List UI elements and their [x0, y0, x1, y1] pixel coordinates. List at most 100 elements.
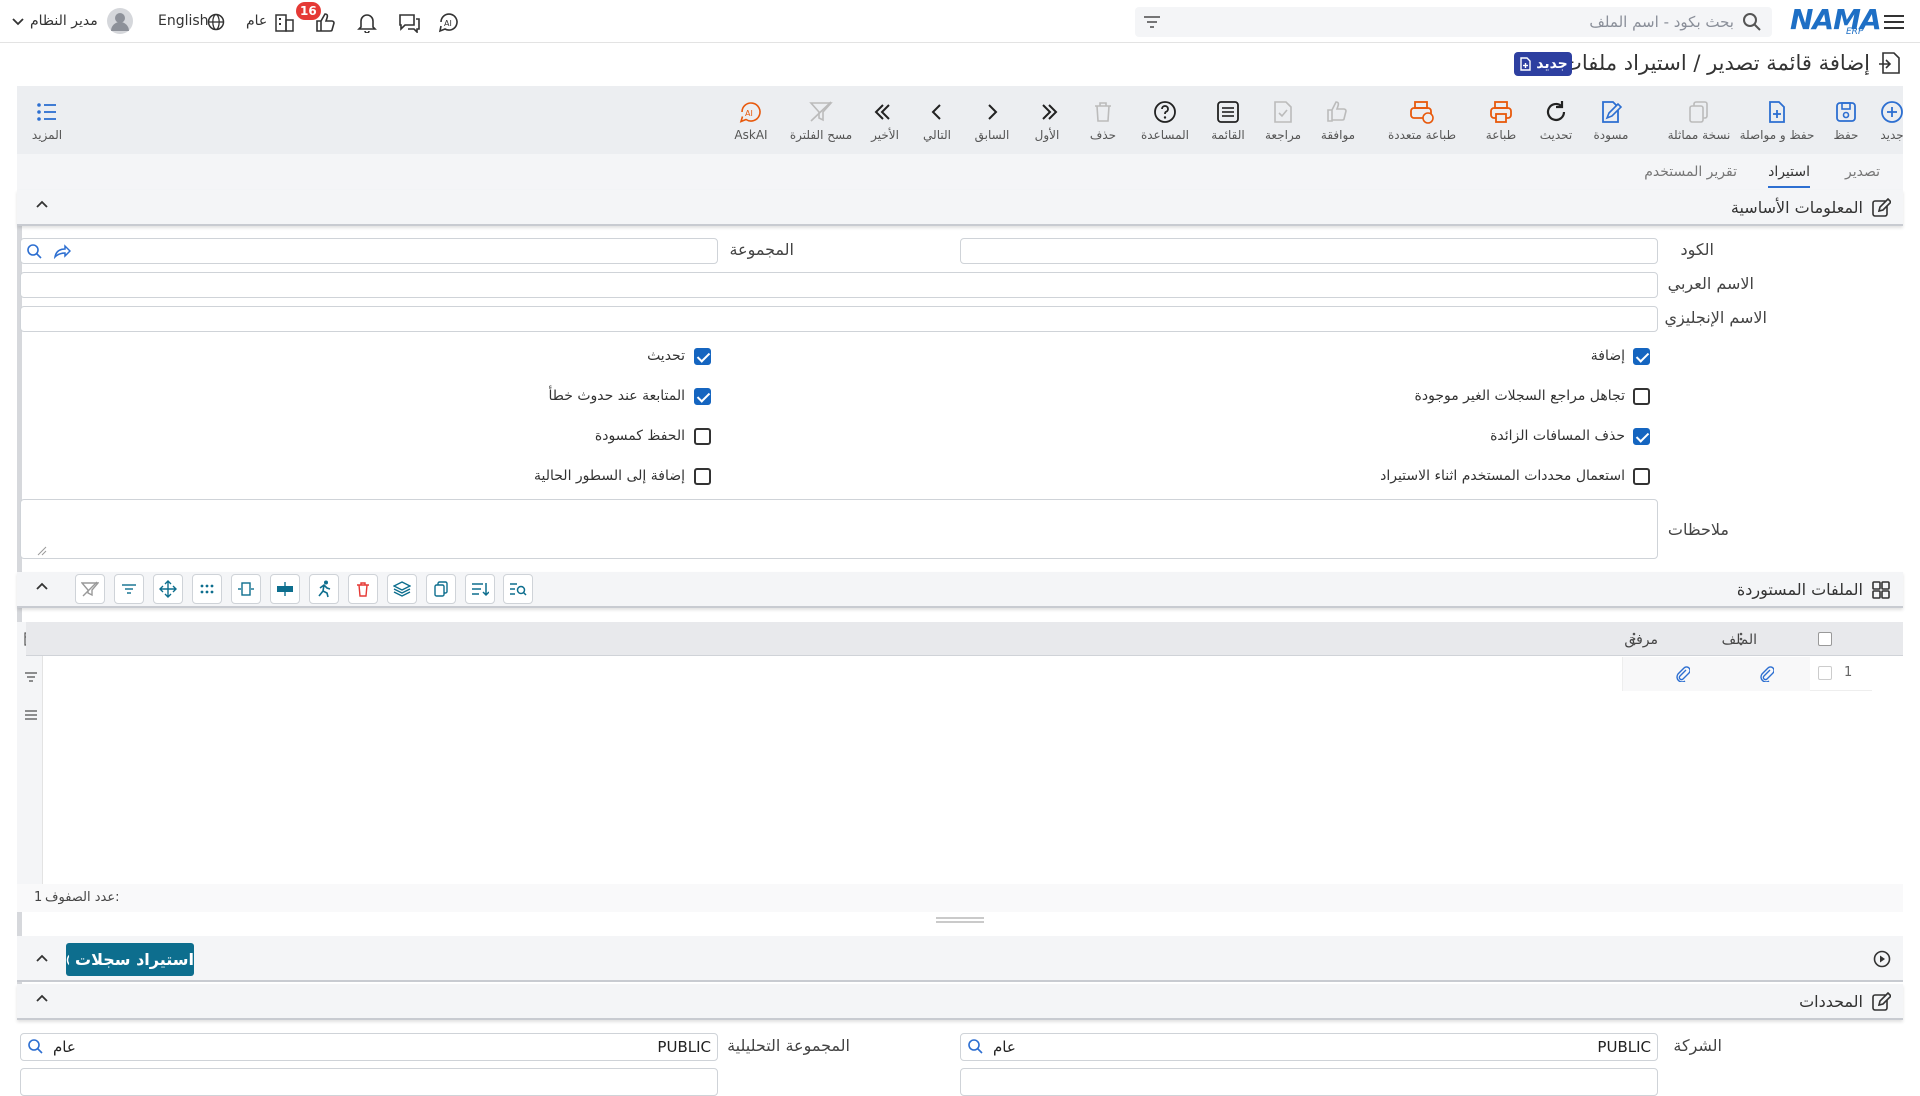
globe-icon[interactable]	[206, 12, 226, 32]
determinants-section-header[interactable]: المحددات	[17, 984, 1903, 1020]
select-all-checkbox[interactable]	[1818, 632, 1832, 646]
grid-run-button[interactable]	[309, 574, 339, 604]
resize-handle-icon[interactable]	[37, 546, 47, 556]
row-select-checkbox[interactable]	[1818, 666, 1832, 680]
askai-button[interactable]: AI AskAI	[729, 86, 773, 154]
save-as-draft-checkbox[interactable]	[694, 428, 711, 445]
search-icon[interactable]	[26, 243, 42, 259]
arabic-name-input[interactable]	[20, 272, 1658, 298]
open-link-icon[interactable]	[53, 243, 71, 259]
import-records-button[interactable]: استيراد سجلات	[66, 943, 194, 976]
chevron-up-icon[interactable]	[35, 953, 49, 963]
grid-move-button[interactable]	[153, 574, 183, 604]
user-avatar-icon[interactable]	[106, 7, 134, 35]
language-switch[interactable]: English	[158, 13, 209, 29]
tab-user-report[interactable]: تقرير المستخدم	[1644, 164, 1737, 180]
english-name-input[interactable]	[20, 306, 1658, 332]
scope-label[interactable]: عام	[246, 13, 267, 29]
tab-export[interactable]: تصدير	[1845, 164, 1880, 180]
branch-building-icon[interactable]	[272, 10, 296, 34]
grid-layers-button[interactable]	[387, 574, 417, 604]
append-to-lines-checkbox[interactable]	[694, 468, 711, 485]
grid-insert-row-button[interactable]	[270, 574, 300, 604]
use-user-determinants-checkbox[interactable]	[1633, 468, 1650, 485]
search-icon[interactable]	[967, 1038, 983, 1054]
print-button[interactable]: طباعة	[1475, 86, 1527, 154]
analytic-group-value: PUBLIC	[657, 1038, 711, 1056]
company-field[interactable]: عام PUBLIC	[960, 1033, 1658, 1061]
chevron-up-icon[interactable]	[35, 993, 49, 1003]
group-input[interactable]	[20, 238, 718, 264]
save-button[interactable]: حفظ	[1824, 86, 1868, 154]
filters-panel-icon[interactable]	[24, 670, 38, 684]
save-continue-button[interactable]: حفظ و مواصلة	[1735, 86, 1819, 154]
messages-icon[interactable]	[396, 10, 422, 34]
table-row[interactable]: 1	[1622, 657, 1872, 691]
chevron-up-icon[interactable]	[35, 581, 49, 591]
grid-dots-button[interactable]	[192, 574, 222, 604]
filter-icon[interactable]	[1143, 14, 1161, 30]
more-button[interactable]: المزيد	[25, 86, 69, 154]
duplicate-button[interactable]: نسخة مماثلة	[1666, 86, 1732, 154]
user-name[interactable]: مدير النظام	[30, 13, 98, 29]
hamburger-menu-icon[interactable]	[1882, 10, 1906, 34]
basic-info-section-header[interactable]: المعلومات الأساسية	[17, 190, 1903, 226]
add-checkbox[interactable]	[1633, 348, 1650, 365]
attachment-cell[interactable]	[1622, 657, 1722, 691]
clear-filter-button[interactable]: مسح الفلترة	[788, 86, 854, 154]
menu-lines-icon[interactable]	[24, 708, 38, 722]
trim-spaces-checkbox[interactable]	[1633, 428, 1650, 445]
save-label: حفظ	[1833, 127, 1859, 142]
grid-copy-button[interactable]	[426, 574, 456, 604]
grid-clear-filter-button[interactable]	[75, 574, 105, 604]
tab-import[interactable]: استيراد	[1768, 164, 1810, 180]
ai-assistant-icon[interactable]: AI	[436, 10, 462, 34]
last-button[interactable]: الأخير	[863, 86, 907, 154]
nama-logo[interactable]: NAMA ERP	[1788, 3, 1882, 39]
search-icon[interactable]	[27, 1038, 43, 1054]
first-button[interactable]: الأول	[1025, 86, 1069, 154]
search-input[interactable]: بحث بكود - اسم الملف	[1589, 13, 1734, 31]
grid-filter-button[interactable]	[114, 574, 144, 604]
refresh-button[interactable]: تحديث	[1530, 86, 1582, 154]
review-label: مراجعة	[1264, 127, 1302, 142]
next-button[interactable]: التالي	[915, 86, 959, 154]
draft-button[interactable]: مسودة	[1585, 86, 1637, 154]
delete-button[interactable]: حذف	[1081, 86, 1125, 154]
review-button[interactable]: مراجعة	[1257, 86, 1309, 154]
analytic-group-field[interactable]: عام PUBLIC	[20, 1033, 718, 1061]
notes-textarea[interactable]	[20, 499, 1658, 559]
paperclip-icon[interactable]	[1676, 666, 1690, 682]
resize-grip-icon[interactable]	[936, 917, 984, 923]
next-determinant-field[interactable]	[960, 1068, 1658, 1096]
column-menu-icon[interactable]	[1739, 632, 1743, 646]
code-input[interactable]	[960, 238, 1658, 264]
search-box[interactable]: بحث بكود - اسم الملف	[1135, 7, 1772, 37]
continue-on-error-checkbox[interactable]	[694, 388, 711, 405]
column-menu-icon[interactable]	[1632, 632, 1636, 646]
help-button[interactable]: المساعدة	[1135, 86, 1195, 154]
grid-fit-columns-button[interactable]	[231, 574, 261, 604]
next-determinant-field[interactable]	[20, 1068, 718, 1096]
play-circle-icon[interactable]	[1873, 950, 1891, 968]
new-button[interactable]: جديد	[1870, 86, 1914, 154]
column-header-attachment[interactable]: مرفق	[1624, 632, 1658, 648]
grid-delete-button[interactable]	[348, 574, 378, 604]
file-cell[interactable]	[1722, 657, 1810, 691]
previous-button[interactable]: السابق	[968, 86, 1016, 154]
list-button[interactable]: القائمة	[1202, 86, 1254, 154]
approve-button[interactable]: موافقة	[1312, 86, 1364, 154]
paperclip-icon[interactable]	[1760, 666, 1774, 682]
chevron-down-icon[interactable]	[10, 14, 26, 30]
first-icon	[1042, 103, 1058, 120]
top-bar: NAMA ERP بحث بكود - اسم الملف AI 16 عام …	[0, 0, 1920, 43]
notifications-bell-icon[interactable]	[354, 10, 380, 34]
use-user-determinants-label: استعمال محددات المستخدم اثناء الاستيراد	[1380, 468, 1625, 484]
ignore-missing-refs-checkbox[interactable]	[1633, 388, 1650, 405]
update-checkbox[interactable]	[694, 348, 711, 365]
grid-view-icon	[1871, 580, 1891, 600]
chevron-up-icon[interactable]	[35, 199, 49, 209]
grid-sort-button[interactable]	[465, 574, 495, 604]
grid-search-button[interactable]	[503, 574, 533, 604]
multi-print-button[interactable]: طباعة متعددة	[1381, 86, 1463, 154]
